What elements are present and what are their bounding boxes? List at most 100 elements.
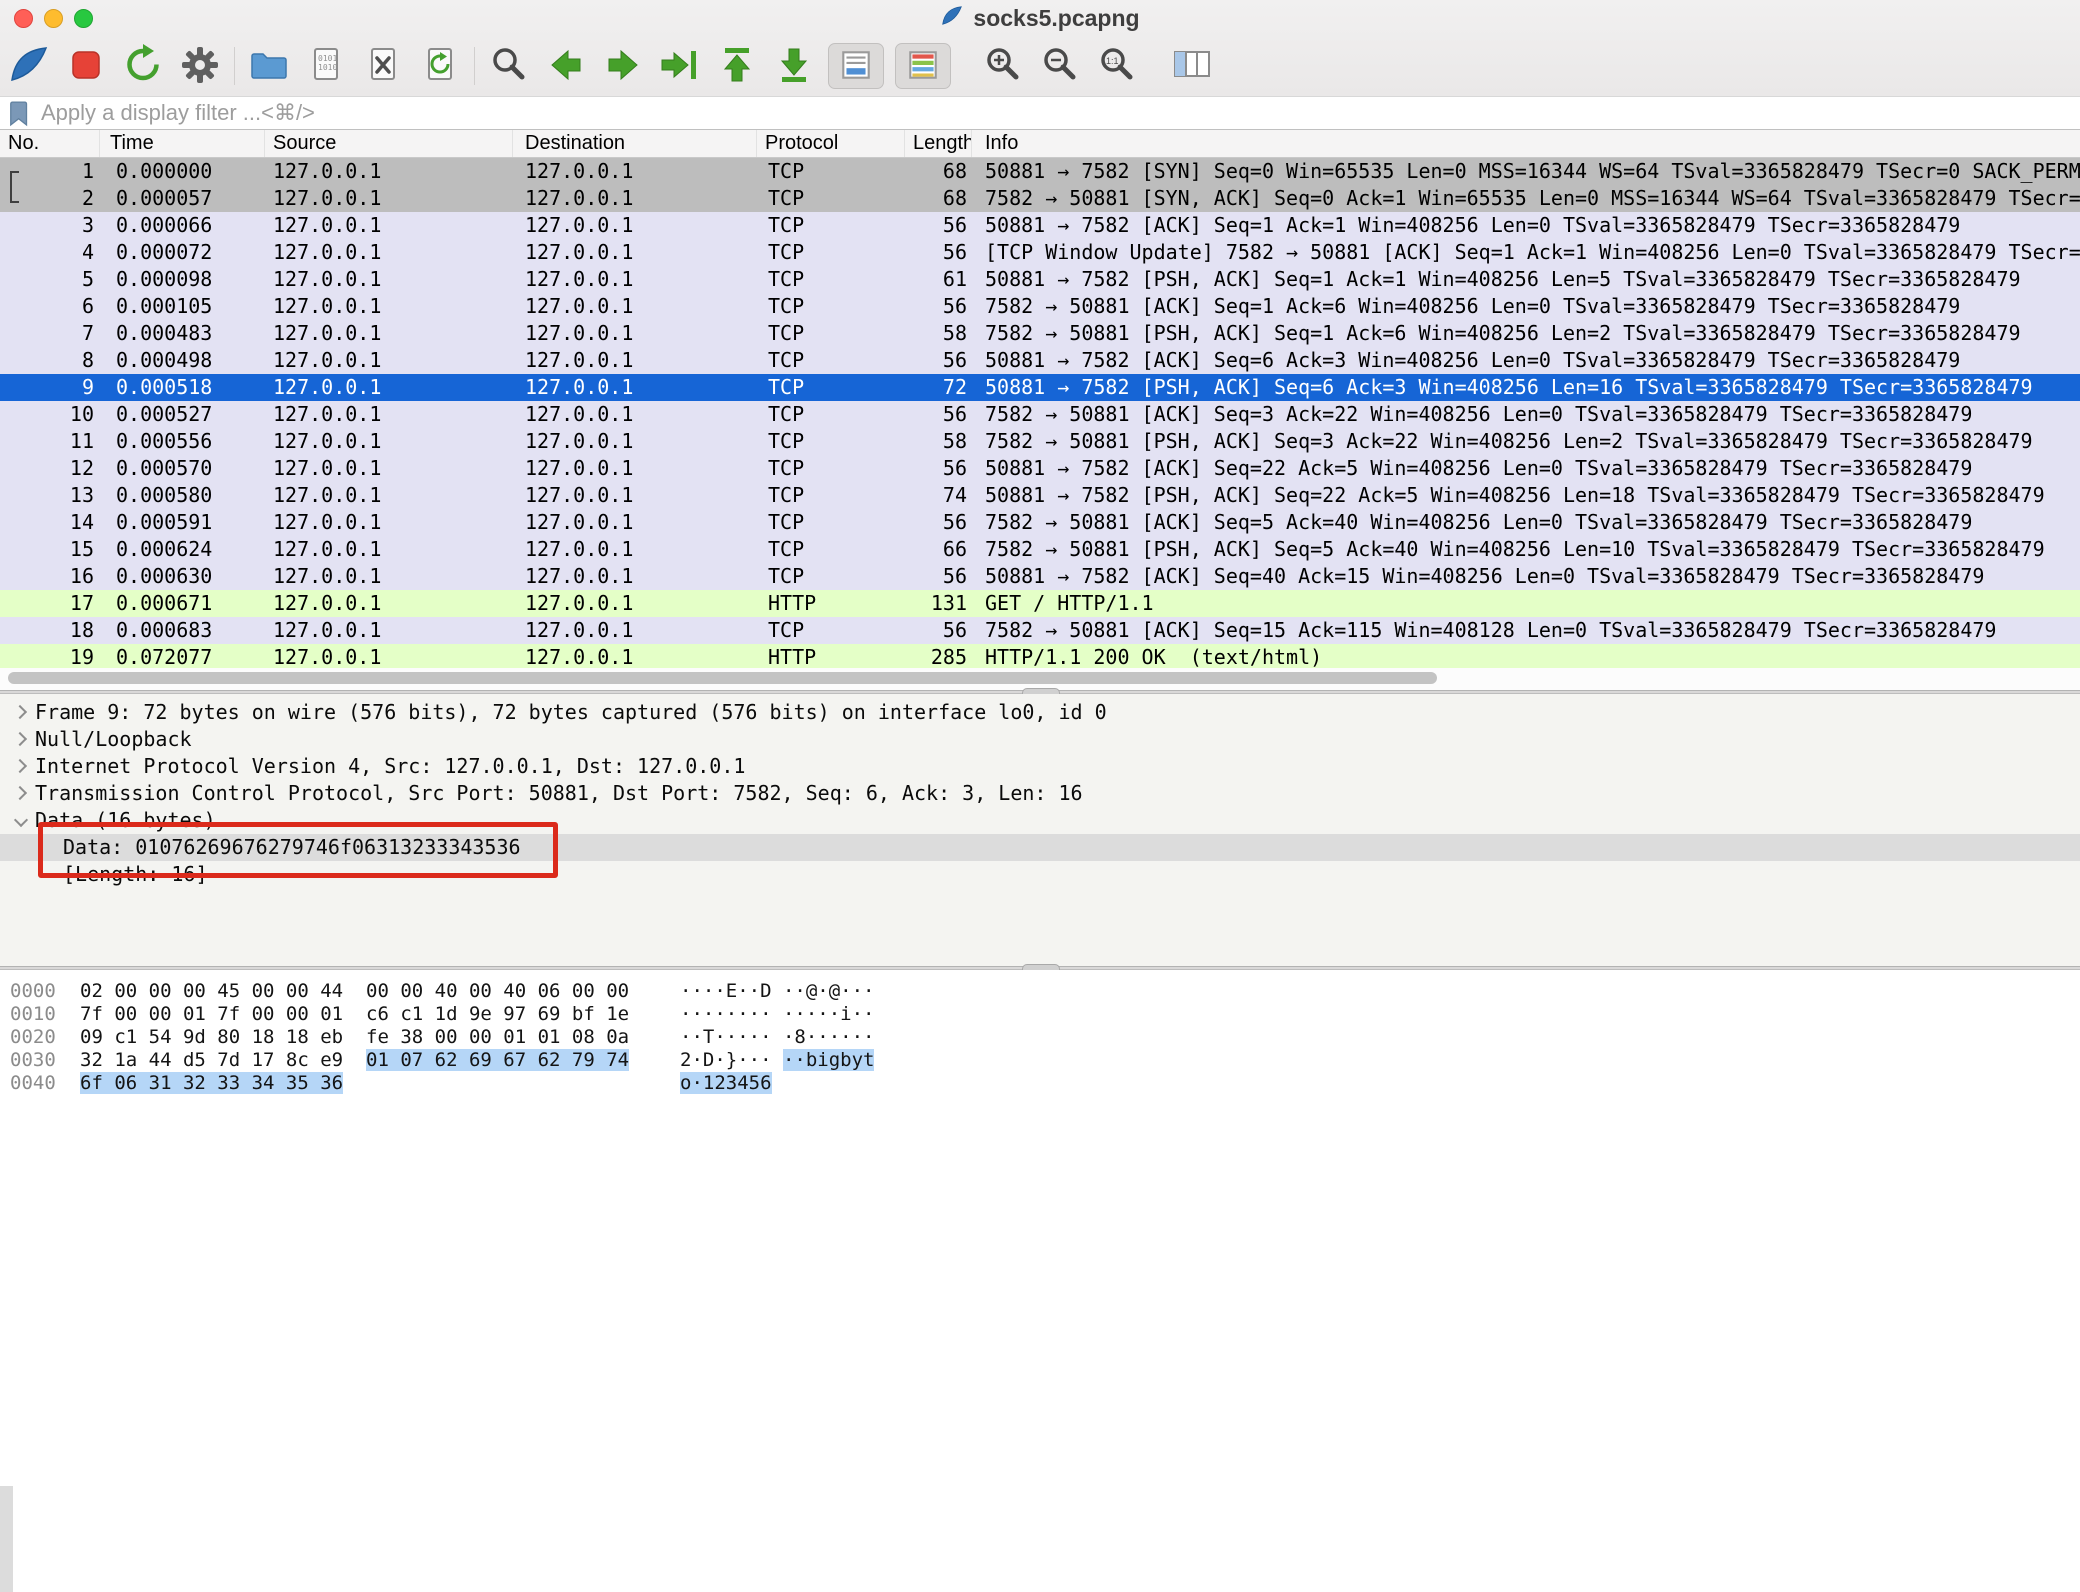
go-to-packet-button[interactable] (657, 43, 703, 89)
filter-bookmark-icon[interactable] (9, 100, 30, 127)
restart-capture-button[interactable] (120, 43, 166, 89)
go-first-packet-button[interactable] (714, 43, 760, 89)
expand-chevron-icon[interactable] (9, 753, 35, 780)
wireshark-button[interactable] (6, 43, 52, 89)
close-window-button[interactable] (14, 9, 33, 28)
hex-row: 0020 09 c1 54 9d 80 18 18 eb fe 38 00 00… (0, 1026, 2080, 1049)
packet-row[interactable]: 10 0.000527 127.0.0.1 127.0.0.1 TCP 56 7… (0, 401, 2080, 428)
packet-time-cell: 0.000518 (100, 374, 265, 401)
packet-row[interactable]: 3 0.000066 127.0.0.1 127.0.0.1 TCP 56 50… (0, 212, 2080, 239)
packet-row[interactable]: 16 0.000630 127.0.0.1 127.0.0.1 TCP 56 5… (0, 563, 2080, 590)
hex-bytes-group[interactable]: 6f 06 31 32 33 34 35 36 (80, 1072, 343, 1094)
column-header-no[interactable]: No. (0, 130, 100, 157)
packet-row[interactable]: 8 0.000498 127.0.0.1 127.0.0.1 TCP 56 50… (0, 347, 2080, 374)
zoom-out-button[interactable] (1037, 43, 1083, 89)
expand-chevron-icon[interactable] (37, 834, 63, 861)
packet-time-cell: 0.000527 (100, 401, 265, 428)
hex-bytes-group[interactable]: 02 00 00 00 45 00 00 44 (80, 980, 343, 1002)
packet-row[interactable]: 11 0.000556 127.0.0.1 127.0.0.1 TCP 58 7… (0, 428, 2080, 455)
hex-bytes-group[interactable]: 00 00 40 00 40 06 00 00 (366, 980, 629, 1002)
go-forward-button[interactable] (600, 43, 646, 89)
fullscreen-window-button[interactable] (74, 9, 93, 28)
packet-row[interactable]: 14 0.000591 127.0.0.1 127.0.0.1 TCP 56 7… (0, 509, 2080, 536)
packet-info-cell: 50881 → 7582 [PSH, ACK] Seq=22 Ack=5 Win… (972, 482, 2080, 509)
packet-row[interactable]: 19 0.072077 127.0.0.1 127.0.0.1 HTTP 285… (0, 644, 2080, 668)
detail-line-text: Data (16 bytes) (35, 807, 216, 834)
packet-source-cell: 127.0.0.1 (265, 347, 513, 374)
expand-chevron-icon[interactable] (37, 861, 63, 888)
minimize-window-button[interactable] (44, 9, 63, 28)
packet-row[interactable]: 17 0.000671 127.0.0.1 127.0.0.1 HTTP 131… (0, 590, 2080, 617)
expand-chevron-icon[interactable] (9, 807, 35, 834)
packet-destination-cell: 127.0.0.1 (513, 563, 757, 590)
ascii-group[interactable]: ····E··D (680, 980, 772, 1002)
column-header-length[interactable]: Length (905, 130, 972, 157)
hex-bytes-group[interactable]: 32 1a 44 d5 7d 17 8c e9 (80, 1049, 343, 1071)
hex-bytes-group[interactable]: 09 c1 54 9d 80 18 18 eb (80, 1026, 343, 1048)
column-header-info[interactable]: Info (972, 130, 2080, 157)
detail-line[interactable]: Null/Loopback (0, 726, 2080, 753)
hex-bytes-group[interactable]: 01 07 62 69 67 62 79 74 (366, 1049, 629, 1071)
column-header-source[interactable]: Source (265, 130, 513, 157)
stop-capture-button[interactable] (63, 43, 109, 89)
packet-row[interactable]: 2 0.000057 127.0.0.1 127.0.0.1 TCP 68 75… (0, 185, 2080, 212)
ascii-group[interactable]: ··T····· (680, 1026, 772, 1048)
ascii-group[interactable]: ··@·@··· (783, 980, 875, 1002)
hex-offset: 0020 (0, 1026, 80, 1049)
capture-options-button[interactable] (177, 43, 223, 89)
reload-file-button[interactable] (417, 43, 463, 89)
detail-line[interactable]: [Length: 16] (0, 861, 2080, 888)
ascii-group[interactable]: ········ (680, 1003, 772, 1025)
save-file-button[interactable]: 01011010 (303, 43, 349, 89)
detail-line[interactable]: Data (16 bytes) (0, 807, 2080, 834)
detail-line[interactable]: Internet Protocol Version 4, Src: 127.0.… (0, 753, 2080, 780)
packet-row[interactable]: 9 0.000518 127.0.0.1 127.0.0.1 TCP 72 50… (0, 374, 2080, 401)
hex-bytes-group[interactable]: 7f 00 00 01 7f 00 00 01 (80, 1003, 343, 1025)
packet-row[interactable]: 18 0.000683 127.0.0.1 127.0.0.1 TCP 56 7… (0, 617, 2080, 644)
open-file-button[interactable] (246, 43, 292, 89)
hex-gap (343, 1072, 366, 1094)
packet-no-cell: 14 (0, 509, 100, 536)
expand-chevron-icon[interactable] (9, 699, 35, 726)
packet-row[interactable]: 15 0.000624 127.0.0.1 127.0.0.1 TCP 66 7… (0, 536, 2080, 563)
hex-bytes-group[interactable]: fe 38 00 00 01 01 08 0a (366, 1026, 629, 1048)
column-header-destination[interactable]: Destination (513, 130, 757, 157)
column-header-time[interactable]: Time (100, 130, 265, 157)
colorize-toggle-button[interactable] (895, 43, 951, 89)
packet-row[interactable]: 13 0.000580 127.0.0.1 127.0.0.1 TCP 74 5… (0, 482, 2080, 509)
packet-row[interactable]: 5 0.000098 127.0.0.1 127.0.0.1 TCP 61 50… (0, 266, 2080, 293)
ascii-group[interactable]: o·123456 (680, 1072, 772, 1094)
ascii-group[interactable]: ··bigbyt (783, 1049, 875, 1071)
packet-row[interactable]: 6 0.000105 127.0.0.1 127.0.0.1 TCP 56 75… (0, 293, 2080, 320)
horizontal-scrollbar-thumb[interactable] (8, 672, 1437, 684)
packet-no-cell: 11 (0, 428, 100, 455)
ascii-group[interactable]: ·8······ (783, 1026, 875, 1048)
resize-columns-button[interactable] (1169, 43, 1215, 89)
expand-chevron-icon[interactable] (9, 726, 35, 753)
packet-row[interactable]: 12 0.000570 127.0.0.1 127.0.0.1 TCP 56 5… (0, 455, 2080, 482)
close-file-button[interactable] (360, 43, 406, 89)
packet-info-cell: GET / HTTP/1.1 (972, 590, 2080, 617)
zoom-100-button[interactable]: 1:1 (1094, 43, 1140, 89)
display-filter-input[interactable] (39, 99, 2080, 127)
find-packet-button[interactable] (486, 43, 532, 89)
packet-row[interactable]: 7 0.000483 127.0.0.1 127.0.0.1 TCP 58 75… (0, 320, 2080, 347)
detail-line[interactable]: Transmission Control Protocol, Src Port:… (0, 780, 2080, 807)
go-last-packet-button[interactable] (771, 43, 817, 89)
zoom-in-button[interactable] (980, 43, 1026, 89)
auto-scroll-icon (838, 47, 874, 86)
packet-row[interactable]: 4 0.000072 127.0.0.1 127.0.0.1 TCP 56 [T… (0, 239, 2080, 266)
detail-line[interactable]: Frame 9: 72 bytes on wire (576 bits), 72… (0, 699, 2080, 726)
packet-no-cell: 10 (0, 401, 100, 428)
packet-destination-cell: 127.0.0.1 (513, 617, 757, 644)
auto-scroll-toggle-button[interactable] (828, 43, 884, 89)
packet-source-cell: 127.0.0.1 (265, 185, 513, 212)
expand-chevron-icon[interactable] (9, 780, 35, 807)
detail-line[interactable]: Data: 01076269676279746f06313233343536 (0, 834, 2080, 861)
ascii-group[interactable]: 2·D·}··· (680, 1049, 772, 1071)
ascii-group[interactable]: ·····i·· (783, 1003, 875, 1025)
hex-bytes-group[interactable]: c6 c1 1d 9e 97 69 bf 1e (366, 1003, 629, 1025)
packet-row[interactable]: 1 0.000000 127.0.0.1 127.0.0.1 TCP 68 50… (0, 158, 2080, 185)
column-header-protocol[interactable]: Protocol (757, 130, 905, 157)
go-back-button[interactable] (543, 43, 589, 89)
